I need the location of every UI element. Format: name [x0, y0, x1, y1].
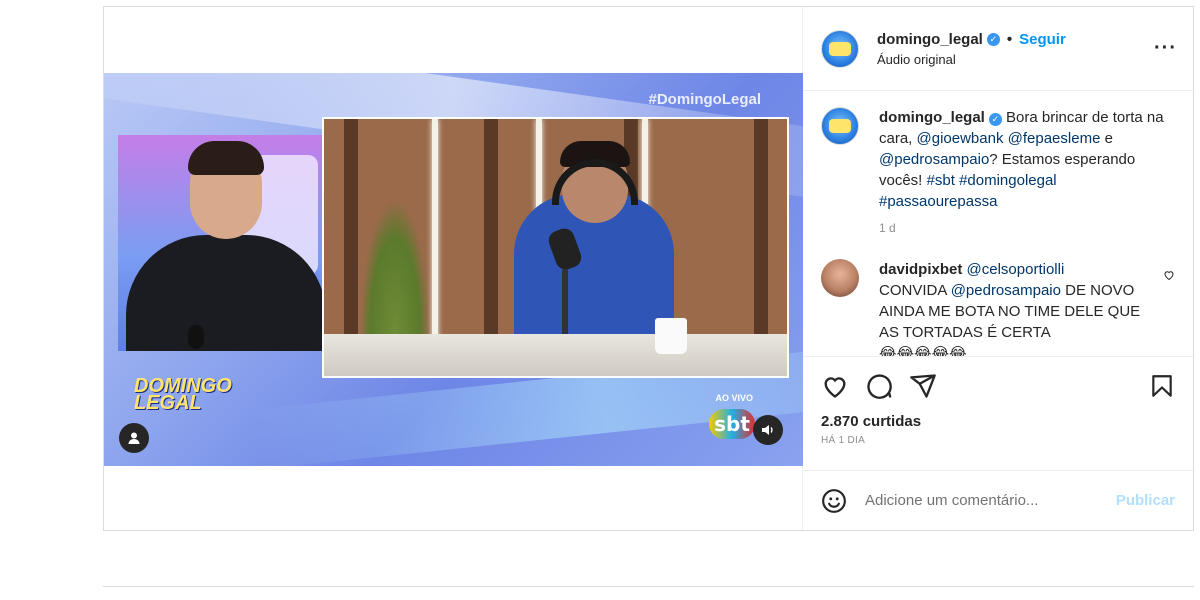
post-media: #DomingoLegal DOMINGO LEGAL AO VIVO sbt — [104, 7, 803, 530]
post-sidebar: domingo_legal ✓ • Seguir Áudio original … — [803, 7, 1193, 530]
video-hashtag-overlay: #DomingoLegal — [648, 91, 761, 108]
hashtag-link[interactable]: #passaourepassa — [879, 193, 997, 210]
mention-link[interactable]: @pedrosampaio — [879, 151, 989, 168]
host-microphone — [188, 325, 204, 349]
share-icon[interactable] — [909, 372, 937, 400]
comment-input[interactable] — [865, 492, 1116, 509]
mention-link[interactable]: @pedrosampaio — [951, 282, 1061, 299]
comments-list[interactable]: domingo_legal ✓ Bora brincar de torta na … — [803, 91, 1193, 357]
save-icon[interactable] — [1149, 373, 1175, 399]
page: #DomingoLegal DOMINGO LEGAL AO VIVO sbt … — [0, 0, 1200, 600]
verified-badge-icon: ✓ — [988, 113, 1002, 126]
caption: domingo_legal ✓ Bora brincar de torta na … — [821, 107, 1175, 239]
username[interactable]: domingo_legal — [877, 31, 983, 48]
audio-label[interactable]: Áudio original — [877, 52, 1154, 67]
volume-icon[interactable] — [753, 415, 783, 445]
caption-text-part: e — [1100, 130, 1113, 147]
plant — [360, 199, 430, 349]
hashtag-link[interactable]: #domingolegal — [959, 172, 1057, 189]
microphone-stand — [562, 269, 568, 339]
comment-username[interactable]: davidpixbet — [879, 261, 962, 278]
post-actions: 2.870 curtidas HÁ 1 DIA — [803, 357, 1193, 471]
avatar[interactable] — [821, 29, 859, 68]
comment-text: davidpixbet @celsoportiolli CONVIDA @ped… — [879, 259, 1153, 357]
mention-link[interactable]: @gioewbank — [917, 130, 1004, 147]
header-info: domingo_legal ✓ • Seguir Áudio original — [877, 31, 1154, 67]
caption-time[interactable]: 1 d — [879, 218, 1175, 239]
separator: • — [1006, 30, 1013, 48]
mention-link[interactable]: @celsoportiolli — [967, 261, 1065, 278]
post-card: #DomingoLegal DOMINGO LEGAL AO VIVO sbt … — [103, 6, 1194, 531]
post-header: domingo_legal ✓ • Seguir Áudio original … — [803, 7, 1193, 91]
heart-icon[interactable] — [821, 372, 849, 400]
video-player[interactable]: #DomingoLegal DOMINGO LEGAL AO VIVO sbt — [104, 73, 803, 466]
divider — [103, 586, 1194, 587]
likes-count[interactable]: 2.870 curtidas — [821, 413, 1175, 430]
host-camera-frame — [118, 135, 323, 351]
emoji-icon[interactable] — [821, 488, 847, 514]
avatar-logo — [829, 41, 851, 56]
studio-table — [324, 334, 787, 376]
comment-emojis: 😂😂😂😂😂 — [879, 345, 967, 357]
user-tag-icon[interactable] — [119, 423, 149, 453]
more-icon[interactable]: ··· — [1154, 37, 1177, 60]
publish-button[interactable]: Publicar — [1116, 492, 1175, 509]
verified-badge-icon: ✓ — [986, 32, 1000, 46]
mug — [655, 318, 687, 354]
mention-link[interactable]: @fepaesleme — [1008, 130, 1101, 147]
comment-item: davidpixbet @celsoportiolli CONVIDA @ped… — [821, 259, 1175, 357]
caption-text: domingo_legal ✓ Bora brincar de torta na … — [879, 107, 1175, 239]
avatar[interactable] — [821, 259, 859, 297]
like-comment-icon[interactable] — [1163, 269, 1175, 284]
comment-text-part: CONVIDA — [879, 282, 951, 299]
add-comment-bar: Publicar — [803, 471, 1193, 530]
comment-icon[interactable] — [865, 372, 893, 400]
avatar[interactable] — [821, 107, 859, 145]
post-date[interactable]: HÁ 1 DIA — [821, 435, 1175, 446]
channel-logo: sbt — [709, 409, 755, 439]
live-label: AO VIVO — [715, 393, 753, 403]
guest-camera-frame — [322, 117, 789, 378]
caption-username[interactable]: domingo_legal — [879, 109, 985, 126]
hashtag-link[interactable]: #sbt — [927, 172, 955, 189]
host-hair — [188, 141, 264, 175]
avatar-logo — [829, 119, 851, 133]
host-figure — [126, 235, 323, 351]
follow-button[interactable]: Seguir — [1019, 31, 1066, 48]
